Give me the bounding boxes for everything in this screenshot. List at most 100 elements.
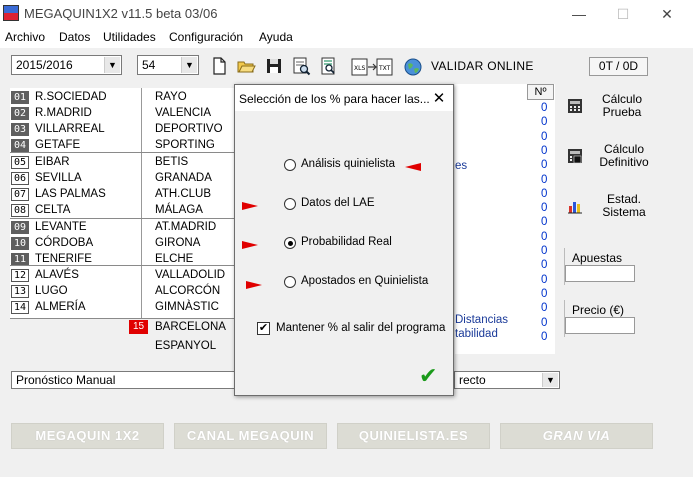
calculo-definitivo-button[interactable]: Cálculo Definitivo xyxy=(594,143,654,169)
match-row[interactable]: 12 ALAVÉS VALLADOLID xyxy=(10,268,234,284)
radio-circle[interactable] xyxy=(284,276,296,288)
match-row[interactable]: 06 SEVILLA GRANADA xyxy=(10,171,234,187)
minimize-button[interactable]: — xyxy=(564,4,594,24)
away-team[interactable]: GRANADA xyxy=(155,172,212,184)
document-search-icon[interactable] xyxy=(319,56,339,76)
match-row[interactable]: 14 ALMERÍA GIMNÀSTIC xyxy=(10,300,234,316)
calculo-prueba-button[interactable]: Cálculo Prueba xyxy=(594,93,650,119)
match-number: 10 xyxy=(11,237,29,250)
grid-header-number: Nº xyxy=(527,84,554,100)
home-team[interactable]: SEVILLA xyxy=(35,172,82,184)
method-select[interactable]: recto ▼ xyxy=(454,371,560,389)
grid-value: 0 xyxy=(541,202,548,215)
radio-circle[interactable] xyxy=(284,198,296,210)
home-team[interactable]: R.SOCIEDAD xyxy=(35,91,107,103)
match-row[interactable]: 10 CÓRDOBA GIRONA xyxy=(10,236,234,252)
group-divider xyxy=(10,218,234,219)
group-divider xyxy=(10,265,234,266)
away-team[interactable]: BETIS xyxy=(155,156,188,168)
pronostico-select[interactable]: Pronóstico Manual xyxy=(11,371,235,389)
match-row[interactable]: 02 R.MADRID VALENCIA xyxy=(10,106,234,122)
new-file-icon[interactable] xyxy=(209,56,229,76)
match-row[interactable]: 03 VILLARREAL DEPORTIVO xyxy=(10,122,234,138)
dialog-close-button[interactable]: ✕ xyxy=(429,89,449,107)
home-team[interactable]: CELTA xyxy=(35,204,70,216)
home-team[interactable]: LUGO xyxy=(35,285,68,297)
match-number: 01 xyxy=(11,91,29,104)
grid-partial-label: tabilidad xyxy=(455,328,498,340)
grid-value: 0 xyxy=(541,130,548,143)
match-row[interactable]: 01 R.SOCIEDAD RAYO xyxy=(10,90,234,106)
home-team[interactable]: ALMERÍA xyxy=(35,301,86,313)
away-team[interactable]: ELCHE xyxy=(155,253,193,265)
menu-archivo[interactable]: Archivo xyxy=(5,30,45,44)
away-team[interactable]: VALLADOLID xyxy=(155,269,225,281)
away-team[interactable]: AT.MADRID xyxy=(155,221,216,233)
radio-circle[interactable] xyxy=(284,159,296,171)
match-row[interactable]: 09 LEVANTE AT.MADRID xyxy=(10,220,234,236)
ok-check-icon[interactable]: ✔ xyxy=(419,363,437,389)
quinielista-logo[interactable]: QUINIELISTA.ES xyxy=(337,423,490,449)
menu-configuracion[interactable]: Configuración xyxy=(169,30,243,44)
home-team[interactable]: R.MADRID xyxy=(35,107,92,119)
print-preview-icon[interactable] xyxy=(291,56,311,76)
away-team[interactable]: SPORTING xyxy=(155,139,215,151)
grid-value: 0 xyxy=(541,330,548,343)
away-team[interactable]: VALENCIA xyxy=(155,107,211,119)
megaquin-logo[interactable]: MEGAQUIN 1X2 xyxy=(11,423,164,449)
grid-value: 0 xyxy=(541,144,548,157)
canal-megaquin-logo[interactable]: CANAL MEGAQUIN xyxy=(174,423,327,449)
away-team[interactable]: MÁLAGA xyxy=(155,204,203,216)
open-folder-icon[interactable] xyxy=(236,56,256,76)
pleno-away-team[interactable]: ESPANYOL xyxy=(155,340,216,352)
globe-icon[interactable] xyxy=(403,57,423,77)
home-team[interactable]: ALAVÉS xyxy=(35,269,79,281)
away-team[interactable]: GIMNÀSTIC xyxy=(155,301,219,313)
jornada-select[interactable]: 54 ▼ xyxy=(137,55,199,75)
home-team[interactable]: GETAFE xyxy=(35,139,80,151)
match-number: 09 xyxy=(11,221,29,234)
home-team[interactable]: LAS PALMAS xyxy=(35,188,106,200)
match-row[interactable]: 07 LAS PALMAS ATH.CLUB xyxy=(10,187,234,203)
red-arrow-right-icon xyxy=(242,241,258,249)
pleno-home-team[interactable]: BARCELONA xyxy=(155,321,226,333)
away-team[interactable]: GIRONA xyxy=(155,237,200,249)
season-select[interactable]: 2015/2016 ▼ xyxy=(11,55,122,75)
home-team[interactable]: LEVANTE xyxy=(35,221,87,233)
away-team[interactable]: ALCORCÓN xyxy=(155,285,220,297)
gran-via-logo[interactable]: GRAN VIA xyxy=(500,423,653,449)
maximize-button[interactable]: ☐ xyxy=(608,4,638,24)
home-team[interactable]: EIBAR xyxy=(35,156,70,168)
method-value: recto xyxy=(459,373,486,387)
grid-value: 0 xyxy=(541,273,548,286)
svg-text:TXT: TXT xyxy=(378,65,391,72)
apuestas-label: Apuestas xyxy=(572,251,623,265)
away-team[interactable]: DEPORTIVO xyxy=(155,123,223,135)
precio-label: Precio (€) xyxy=(572,303,625,317)
away-team[interactable]: RAYO xyxy=(155,91,187,103)
home-team[interactable]: CÓRDOBA xyxy=(35,237,93,249)
radio-label: Datos del LAE xyxy=(301,197,375,209)
grid-partial-label: es xyxy=(455,160,468,172)
menu-ayuda[interactable]: Ayuda xyxy=(259,30,293,44)
close-button[interactable]: ✕ xyxy=(652,4,682,24)
menu-datos[interactable]: Datos xyxy=(59,30,90,44)
svg-text:XLS: XLS xyxy=(354,65,365,72)
grid-value: 0 xyxy=(541,173,548,186)
away-team[interactable]: ATH.CLUB xyxy=(155,188,211,200)
match-row[interactable]: 05 EIBAR BETIS xyxy=(10,155,234,171)
radio-circle[interactable] xyxy=(284,237,296,249)
grid-value: 0 xyxy=(541,259,548,272)
home-team[interactable]: TENERIFE xyxy=(35,253,92,265)
home-team[interactable]: VILLARREAL xyxy=(35,123,105,135)
match-row[interactable]: 13 LUGO ALCORCÓN xyxy=(10,284,234,300)
keep-percent-checkbox[interactable]: ✔ xyxy=(257,322,270,335)
grid-value: 0 xyxy=(541,102,548,114)
estad-sistema-button[interactable]: Estad. Sistema xyxy=(594,193,654,219)
match-row[interactable]: 08 CELTA MÁLAGA xyxy=(10,203,234,219)
save-disk-icon[interactable] xyxy=(264,56,284,76)
validar-online-button[interactable]: VALIDAR ONLINE xyxy=(431,59,534,73)
chevron-down-icon: ▼ xyxy=(181,57,197,73)
import-export-icon[interactable]: XLS TXT xyxy=(351,57,393,77)
menu-utilidades[interactable]: Utilidades xyxy=(103,30,156,44)
